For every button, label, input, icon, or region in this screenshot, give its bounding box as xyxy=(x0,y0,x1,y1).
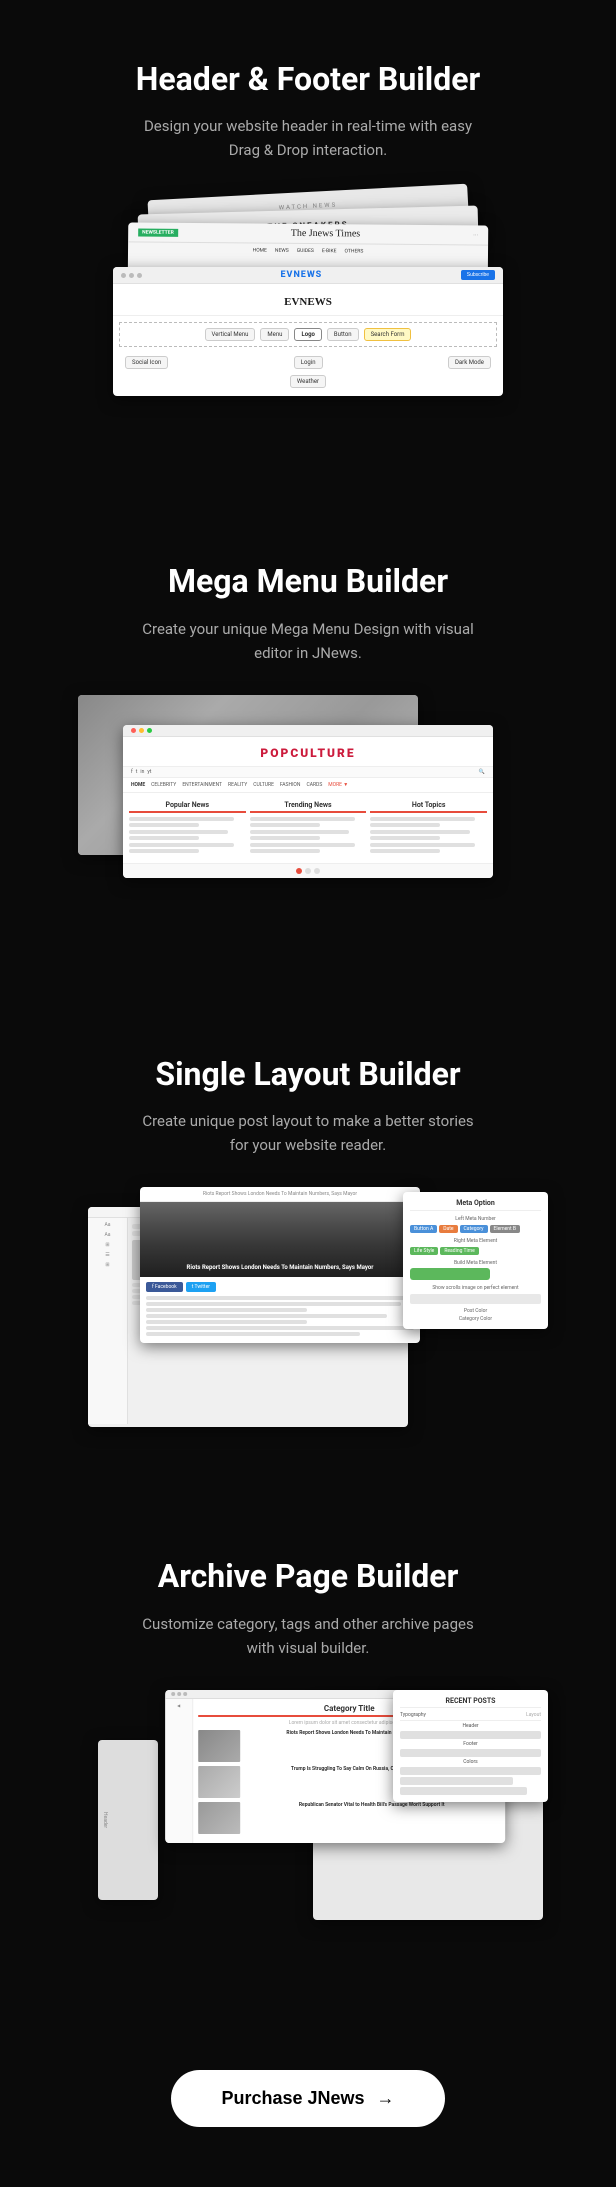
recent-posts-title: RECENT POSTS xyxy=(400,1697,541,1708)
weather-row: Weather xyxy=(113,375,503,396)
header-logo-area: EVNEWS xyxy=(113,284,503,316)
single-layout-section: Single Layout Builder Create unique post… xyxy=(0,995,616,1497)
archive-title: Archive Page Builder xyxy=(30,1557,586,1595)
widget-logo[interactable]: Logo xyxy=(294,328,321,341)
archive-article-3: Republican Senator Vital to Health Bill'… xyxy=(198,1802,500,1834)
mega-pagination xyxy=(123,863,493,878)
mega-menu-section: Mega Menu Builder Create your unique Meg… xyxy=(0,502,616,994)
header-footer-section: Header & Footer Builder Design your webs… xyxy=(0,0,616,502)
browser-bar: EVNEWS Subscribe xyxy=(113,267,503,284)
single-title: Single Layout Builder xyxy=(30,1055,586,1093)
widget-menu[interactable]: Menu xyxy=(260,328,289,341)
mega-col-hot: Hot Topics xyxy=(370,801,487,855)
mega-description: Create your unique Mega Menu Design with… xyxy=(138,617,478,665)
archive-left-sidebar: ◀ xyxy=(165,1699,193,1843)
meta-options-panel: Meta Option Left Meta Number Button A Da… xyxy=(403,1192,548,1329)
mega-nav-bar: HOME CELEBRITY ENTERTAINMENT REALITY CUL… xyxy=(123,778,493,793)
widget-login[interactable]: Login xyxy=(294,356,323,369)
widget-dark-mode[interactable]: Dark Mode xyxy=(448,356,491,369)
twitter-btn[interactable]: t Twitter xyxy=(186,1282,216,1292)
elementor-sidebar: Aa Aa ⊞ ☰ ⊞ xyxy=(88,1218,128,1424)
widget-search-form[interactable]: Search Form xyxy=(364,328,412,341)
social-share-row: f Facebook t Twitter xyxy=(146,1282,414,1292)
single-main-card: Riots Report Shows London Needs To Maint… xyxy=(140,1187,420,1343)
mega-logo-bar: POPCULTURE xyxy=(123,737,493,767)
left-meta-tags: Button A Date Category Element B xyxy=(410,1225,541,1233)
archive-back-left: Header xyxy=(98,1740,158,1900)
widget-social-icon[interactable]: Social Icon xyxy=(125,356,168,369)
post-overlay-title: Riots Report Shows London Needs To Maint… xyxy=(146,1264,414,1272)
hf-mockup: WATCH NEWS THE SNEAKERS NEWSLETTER The J… xyxy=(68,192,548,462)
panel-title: Meta Option xyxy=(410,1199,541,1211)
mega-social-bar: f t in yt 🔍 xyxy=(123,767,493,778)
widget-button[interactable]: Button xyxy=(327,328,359,341)
rp-row-1: Typography Layout xyxy=(400,1712,541,1718)
purchase-section: Purchase JNews → xyxy=(0,2020,616,2187)
widget-weather[interactable]: Weather xyxy=(290,375,326,388)
archive-description: Customize category, tags and other archi… xyxy=(138,1612,478,1660)
build-meta-bar xyxy=(410,1268,490,1280)
mega-col-trending: Trending News xyxy=(250,801,367,855)
below-widget-row: Social Icon Login Dark Mode xyxy=(113,353,503,375)
mega-main-card: POPCULTURE f t in yt 🔍 HOME CELEBRITY EN… xyxy=(123,725,493,878)
mega-mockup: POPCULTURE f t in yt 🔍 HOME CELEBRITY EN… xyxy=(68,695,548,955)
single-description: Create unique post layout to make a bett… xyxy=(138,1109,478,1157)
mega-dropdown: Popular News Trending News xyxy=(123,793,493,863)
purchase-arrow: → xyxy=(377,2088,395,2109)
archive-right-panel: RECENT POSTS Typography Layout Header Fo… xyxy=(393,1690,548,1802)
post-url-bar: Riots Report Shows London Needs To Maint… xyxy=(140,1187,420,1202)
widget-drop-area: Vertical Menu Menu Logo Button Search Fo… xyxy=(119,322,497,347)
right-meta-tags: Life Style Reading Time xyxy=(410,1247,541,1255)
single-mockup: elementor Aa Aa ⊞ ☰ ⊞ xyxy=(68,1187,548,1457)
purchase-label: Purchase JNews xyxy=(221,2088,364,2109)
mega-col-popular: Popular News xyxy=(129,801,246,855)
hf-description: Design your website header in real-time … xyxy=(138,114,478,162)
hf-main-card: EVNEWS Subscribe EVNEWS Vertical Menu Me… xyxy=(113,267,503,396)
archive-mockup: Header ◀ Category Title Lorem ipsum dolo… xyxy=(68,1690,548,1980)
post-hero-image: Riots Report Shows London Needs To Maint… xyxy=(140,1202,420,1277)
article-thumb-2 xyxy=(198,1766,240,1798)
purchase-button[interactable]: Purchase JNews → xyxy=(171,2070,444,2127)
post-content: f Facebook t Twitter xyxy=(140,1277,420,1343)
archive-page-section: Archive Page Builder Customize category,… xyxy=(0,1497,616,2019)
mega-title: Mega Menu Builder xyxy=(30,562,586,600)
mega-browser-bar xyxy=(123,725,493,737)
article-thumb-1 xyxy=(198,1730,240,1762)
widget-vertical-menu[interactable]: Vertical Menu xyxy=(205,328,256,341)
article-thumb-3 xyxy=(198,1802,240,1834)
facebook-btn[interactable]: f Facebook xyxy=(146,1282,183,1292)
subscribe-btn[interactable]: Subscribe xyxy=(461,270,495,280)
hf-title: Header & Footer Builder xyxy=(30,60,586,98)
